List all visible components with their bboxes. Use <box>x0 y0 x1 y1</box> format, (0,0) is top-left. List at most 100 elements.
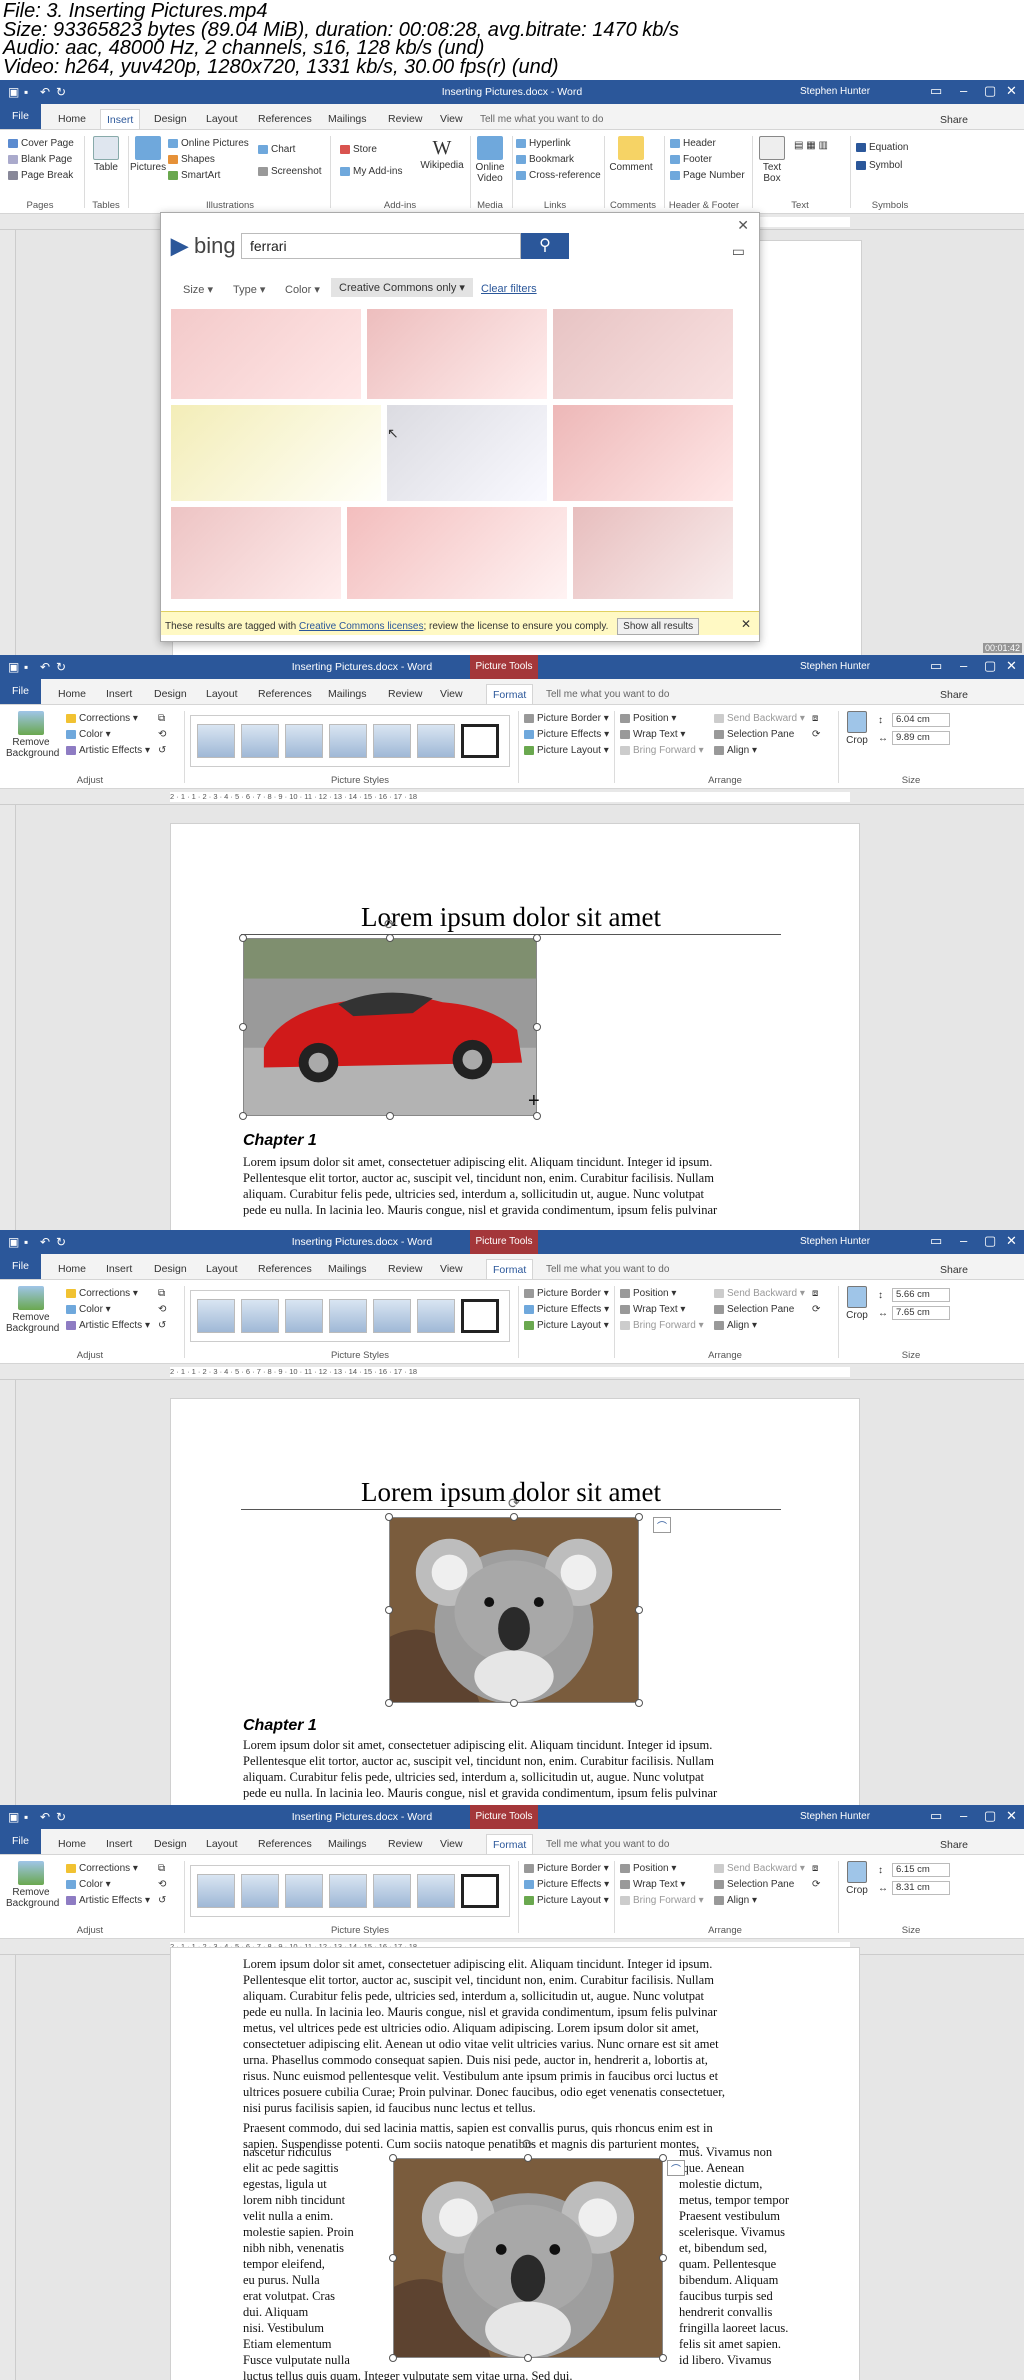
picture-style-thumbnail[interactable] <box>197 1299 235 1333</box>
minimize-icon[interactable]: – <box>960 1233 967 1248</box>
resize-handle[interactable] <box>389 2154 397 2162</box>
remove-background-button[interactable]: Remove Background <box>6 711 59 759</box>
tab-mailings[interactable]: Mailings <box>322 1834 373 1854</box>
ribbon-display-icon[interactable]: ▭ <box>930 83 942 99</box>
resize-handle[interactable] <box>533 934 541 942</box>
resize-handle[interactable] <box>385 1513 393 1521</box>
tab-home[interactable]: Home <box>52 1259 92 1279</box>
reset-picture-icon[interactable]: ↺ <box>158 1895 166 1906</box>
tab-insert[interactable]: Insert <box>100 1834 138 1854</box>
vertical-ruler[interactable] <box>0 1955 16 2380</box>
picture-style-thumbnail[interactable] <box>329 1299 367 1333</box>
bring-forward-button[interactable]: Bring Forward ▾ <box>620 1895 704 1906</box>
resize-handle[interactable] <box>659 2154 667 2162</box>
share-button[interactable]: Share <box>940 1839 968 1851</box>
resize-handle[interactable] <box>524 2354 532 2362</box>
maximize-icon[interactable]: ▢ <box>984 83 996 99</box>
picture-effects-button[interactable]: Picture Effects ▾ <box>524 729 609 740</box>
creative-commons-filter[interactable]: Creative Commons only ▾ <box>331 278 473 297</box>
tab-view[interactable]: View <box>434 109 469 129</box>
resize-handle[interactable] <box>385 1606 393 1614</box>
share-button[interactable]: Share <box>940 689 968 701</box>
tab-references[interactable]: References <box>252 684 318 704</box>
user-name[interactable]: Stephen Hunter <box>800 661 870 672</box>
align-button[interactable]: Align ▾ <box>714 1320 757 1331</box>
rotate-icon[interactable]: ⟳ <box>812 1879 820 1890</box>
crop-button[interactable]: Crop <box>842 1286 872 1321</box>
picture-effects-button[interactable]: Picture Effects ▾ <box>524 1879 609 1890</box>
resize-handle[interactable] <box>385 1699 393 1707</box>
group-icon[interactable]: ⧈ <box>812 1863 818 1874</box>
tab-review[interactable]: Review <box>382 1259 428 1279</box>
bing-search-input[interactable]: ferrari <box>241 233 521 259</box>
change-picture-icon[interactable]: ⟲ <box>158 1879 166 1890</box>
text-tools-icon[interactable]: ▤ ▦ ▥ <box>794 140 828 151</box>
user-name[interactable]: Stephen Hunter <box>800 86 870 97</box>
table-button[interactable]: Table <box>88 136 124 173</box>
maximize-icon[interactable]: ▢ <box>984 1808 996 1824</box>
ribbon-display-icon[interactable]: ▭ <box>930 658 942 674</box>
result-image[interactable] <box>553 309 733 399</box>
selected-picture[interactable] <box>243 938 537 1116</box>
picture-style-thumbnail[interactable] <box>417 724 455 758</box>
tab-file[interactable]: File <box>0 1829 41 1854</box>
resize-handle[interactable] <box>386 1112 394 1120</box>
change-picture-icon[interactable]: ⟲ <box>158 729 166 740</box>
minimize-icon[interactable]: – <box>960 1808 967 1823</box>
shapes-button[interactable]: Shapes <box>168 154 215 165</box>
resize-handle[interactable] <box>659 2254 667 2262</box>
result-image[interactable] <box>387 405 547 501</box>
selection-pane-button[interactable]: Selection Pane <box>714 1879 794 1890</box>
vertical-ruler[interactable] <box>0 230 16 655</box>
picture-style-thumbnail[interactable] <box>329 1874 367 1908</box>
tab-insert[interactable]: Insert <box>100 109 141 129</box>
close-icon[interactable]: ✕ <box>1006 83 1017 99</box>
tab-references[interactable]: References <box>252 1834 318 1854</box>
tab-view[interactable]: View <box>434 1834 469 1854</box>
position-button[interactable]: Position ▾ <box>620 1863 676 1874</box>
picture-style-thumbnail[interactable] <box>417 1874 455 1908</box>
minimize-icon[interactable]: – <box>960 658 967 673</box>
tab-file[interactable]: File <box>0 1254 41 1279</box>
resize-handle[interactable] <box>389 2354 397 2362</box>
tab-format[interactable]: Format <box>486 684 534 704</box>
compress-pictures-icon[interactable]: ⧉ <box>158 1863 165 1874</box>
maximize-icon[interactable]: ▢ <box>984 1233 996 1249</box>
close-icon[interactable]: ✕ <box>1006 1233 1017 1249</box>
picture-style-thumbnail[interactable] <box>241 1299 279 1333</box>
filter-size[interactable]: Size ▾ <box>183 283 213 296</box>
tab-design[interactable]: Design <box>148 684 193 704</box>
pictures-button[interactable]: Pictures <box>130 136 166 173</box>
rotate-handle-icon[interactable]: ⟳ <box>384 916 396 933</box>
resize-handle[interactable] <box>239 1112 247 1120</box>
result-image[interactable] <box>553 405 733 501</box>
document-page[interactable]: Lorem ipsum dolor sit amet, consectetuer… <box>170 1947 860 2380</box>
selection-pane-button[interactable]: Selection Pane <box>714 729 794 740</box>
picture-style-thumbnail[interactable] <box>417 1299 455 1333</box>
send-backward-button[interactable]: Send Backward ▾ <box>714 1288 805 1299</box>
color-button[interactable]: Color ▾ <box>66 1304 111 1315</box>
my-addins-button[interactable]: My Add-ins <box>340 166 402 177</box>
compress-pictures-icon[interactable]: ⧉ <box>158 713 165 724</box>
height-input[interactable]: 5.66 cm <box>892 1288 950 1302</box>
tab-design[interactable]: Design <box>148 1259 193 1279</box>
result-image[interactable] <box>573 507 733 599</box>
tell-me-box[interactable]: Tell me what you want to do <box>546 1264 669 1275</box>
filter-type[interactable]: Type ▾ <box>233 283 265 296</box>
horizontal-ruler[interactable]: 2 · 1 · 1 · 2 · 3 · 4 · 5 · 6 · 7 · 8 · … <box>0 789 1024 805</box>
cross-reference-button[interactable]: Cross-reference <box>516 170 601 181</box>
tab-references[interactable]: References <box>252 109 318 129</box>
picture-border-button[interactable]: Picture Border ▾ <box>524 1288 609 1299</box>
align-button[interactable]: Align ▾ <box>714 745 757 756</box>
store-button[interactable]: Store <box>340 144 377 155</box>
width-input[interactable]: 7.65 cm <box>892 1306 950 1320</box>
position-button[interactable]: Position ▾ <box>620 1288 676 1299</box>
artistic-effects-button[interactable]: Artistic Effects ▾ <box>66 1895 150 1906</box>
tab-file[interactable]: File <box>0 104 41 129</box>
tab-layout[interactable]: Layout <box>200 684 244 704</box>
share-button[interactable]: Share <box>940 114 968 126</box>
ribbon-display-icon[interactable]: ▭ <box>930 1233 942 1249</box>
selection-pane-button[interactable]: Selection Pane <box>714 1304 794 1315</box>
color-button[interactable]: Color ▾ <box>66 729 111 740</box>
rotate-handle-icon[interactable]: ⟳ <box>522 2136 534 2153</box>
